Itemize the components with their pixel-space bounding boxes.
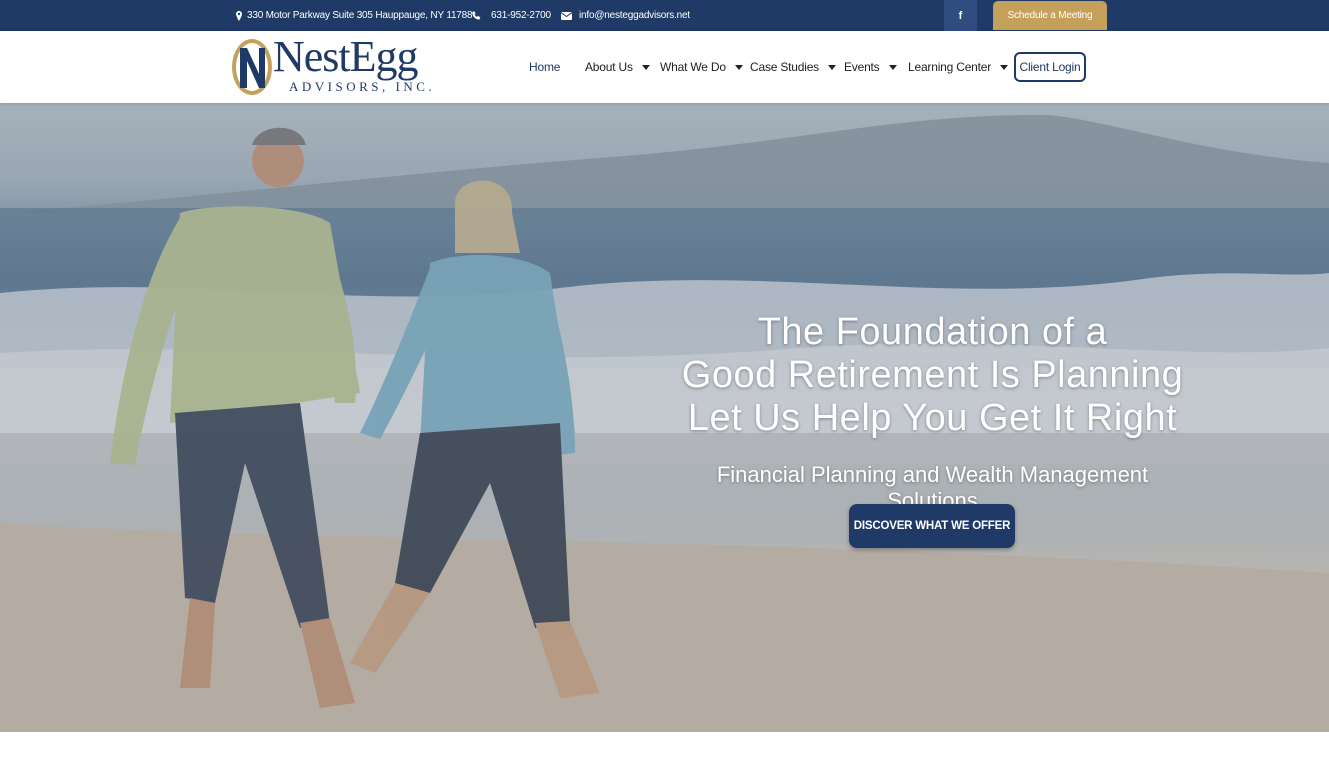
nav-home-label: Home [529, 60, 561, 74]
nav-home[interactable]: Home [529, 31, 560, 103]
envelope-icon [561, 11, 572, 20]
hero-headline-line-3: Let Us Help You Get It Right [687, 397, 1178, 439]
caret-down-icon [641, 64, 650, 70]
phone-text[interactable]: 631-952-2700 [491, 10, 551, 21]
address-text: 330 Motor Parkway Suite 305 Hauppauge, N… [247, 10, 473, 21]
hero-headline-line-2: Good Retirement Is Planning [681, 354, 1184, 396]
nestegg-logo[interactable]: NestEgg ADVISORS, INC. [231, 32, 441, 96]
logo-wordmark: NestEgg [273, 32, 419, 81]
facebook-icon: f [958, 9, 963, 22]
address-info: 330 Motor Parkway Suite 305 Hauppauge, N… [236, 0, 473, 31]
email-text[interactable]: info@nesteggadvisors.net [579, 10, 690, 21]
schedule-meeting-button[interactable]: Schedule a Meeting [993, 1, 1107, 30]
email-info[interactable]: info@nesteggadvisors.net [561, 0, 690, 31]
caret-down-icon [1000, 64, 1009, 70]
caret-down-icon [734, 64, 743, 70]
hero-banner: The Foundation of a Good Retirement Is P… [0, 103, 1329, 732]
nav-what-we-do-label: What We Do [660, 60, 726, 74]
nav-events-label: Events [844, 60, 880, 74]
logo-emblem-icon [232, 39, 272, 95]
discover-button[interactable]: DISCOVER WHAT WE OFFER [849, 504, 1015, 548]
logo-subtitle: ADVISORS, INC. [289, 79, 436, 94]
client-login-button[interactable]: Client Login [1014, 52, 1086, 82]
nav-what-we-do[interactable]: What We Do [660, 31, 743, 103]
hero-headline: The Foundation of a Good Retirement Is P… [680, 311, 1185, 440]
facebook-button[interactable]: f [944, 0, 977, 31]
site-header: NestEgg ADVISORS, INC. Home About Us Wha… [0, 31, 1329, 103]
nav-about-us[interactable]: About Us [585, 31, 650, 103]
phone-icon [472, 11, 481, 20]
nav-events[interactable]: Events [844, 31, 897, 103]
hero-headline-line-1: The Foundation of a [757, 311, 1108, 353]
nav-learning-center-label: Learning Center [908, 60, 992, 74]
map-pin-icon [236, 10, 242, 21]
caret-down-icon [827, 64, 836, 70]
nav-about-us-label: About Us [585, 60, 633, 74]
nav-case-studies-label: Case Studies [750, 60, 819, 74]
caret-down-icon [888, 64, 897, 70]
nav-case-studies[interactable]: Case Studies [750, 31, 836, 103]
top-info-bar: 330 Motor Parkway Suite 305 Hauppauge, N… [0, 0, 1329, 31]
nav-learning-center[interactable]: Learning Center [908, 31, 1009, 103]
phone-info[interactable]: 631-952-2700 [472, 0, 551, 31]
